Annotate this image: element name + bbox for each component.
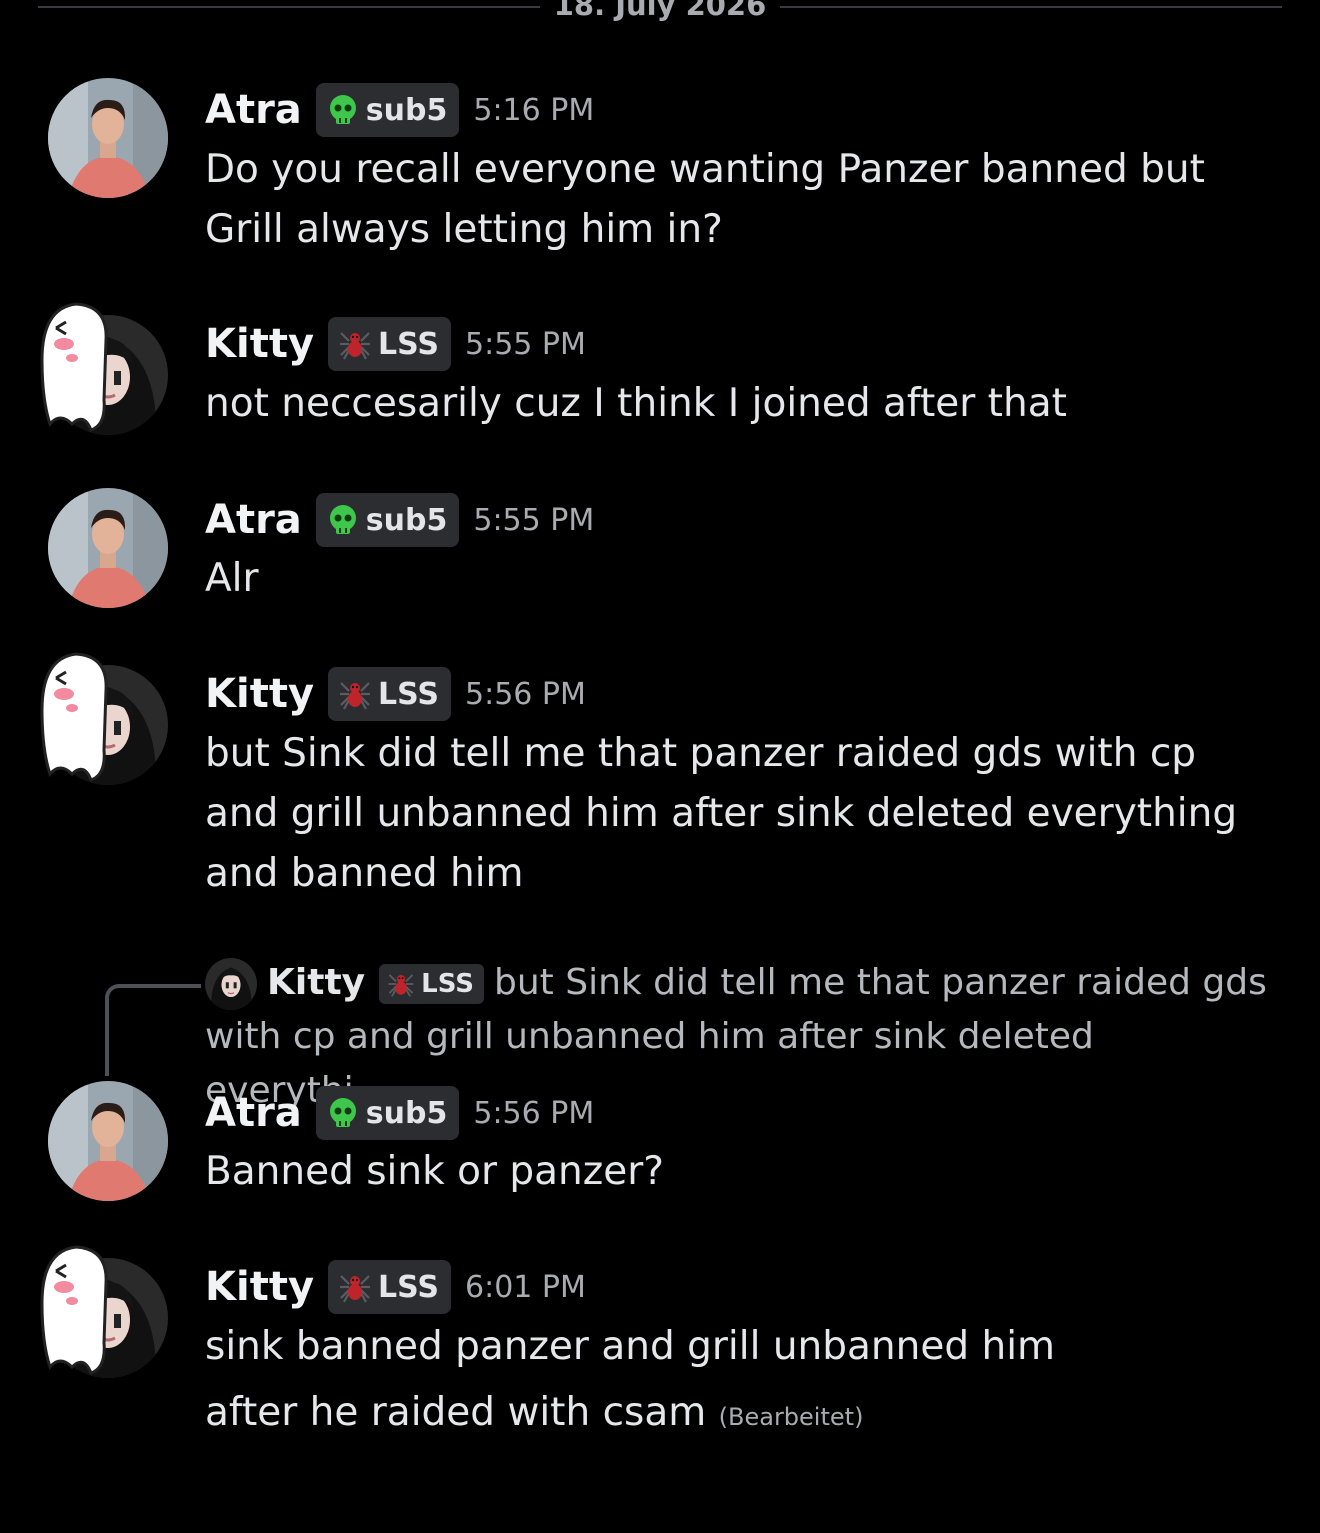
reply-avatar <box>205 958 257 1010</box>
message-header: Kitty LSS 5:56 PM <box>205 666 586 722</box>
skull-icon <box>326 1096 360 1130</box>
timestamp: 5:56 PM <box>473 1095 595 1131</box>
server-tag[interactable]: LSS <box>328 317 452 371</box>
divider-date: 18. July 2026 <box>553 0 767 22</box>
timestamp: 6:01 PM <box>465 1269 586 1305</box>
message-header: Atra sub5 5:55 PM <box>205 492 594 548</box>
message-text: Banned sink or panzer? <box>205 1149 664 1194</box>
message-header: Kitty LSS 6:01 PM <box>205 1259 586 1315</box>
server-tag[interactable]: sub5 <box>315 1086 460 1140</box>
message-header: Atra sub5 5:16 PM <box>205 82 594 138</box>
ghost-decoration-icon <box>36 300 116 435</box>
message-header: Kitty LSS 5:55 PM <box>205 316 586 372</box>
avatar[interactable] <box>48 1081 168 1201</box>
reply-connector <box>105 984 201 1076</box>
message-header: Atra sub5 5:56 PM <box>205 1085 594 1141</box>
username[interactable]: Atra <box>205 87 302 133</box>
message-text: Do you recall everyone wanting Panzer ba… <box>205 147 1205 252</box>
divider-line <box>780 6 1282 8</box>
tag-label: LSS <box>421 969 474 999</box>
message-line: after he raided with csam <box>205 1390 707 1435</box>
skull-icon <box>326 503 360 537</box>
username[interactable]: Atra <box>205 1090 302 1136</box>
date-divider: 18. July 2026 <box>38 0 1282 28</box>
tag-label: LSS <box>378 676 440 712</box>
tag-label: sub5 <box>365 92 448 128</box>
spider-icon <box>338 1270 372 1304</box>
message-text: not neccesarily cuz I think I joined aft… <box>205 381 1067 426</box>
tag-label: LSS <box>378 1269 440 1305</box>
timestamp: 5:56 PM <box>465 676 586 712</box>
username[interactable]: Atra <box>205 497 302 543</box>
skull-icon <box>326 93 360 127</box>
spider-icon <box>338 327 372 361</box>
message-line-wrapper: after he raided with csam (Bearbeitet) <box>205 1383 1270 1447</box>
ghost-decoration-icon <box>36 1243 116 1378</box>
tag-label: LSS <box>378 326 440 362</box>
server-tag[interactable]: sub5 <box>315 493 460 547</box>
username[interactable]: Kitty <box>205 1264 314 1310</box>
timestamp: 5:55 PM <box>465 326 586 362</box>
server-tag[interactable]: sub5 <box>315 83 460 137</box>
server-tag[interactable]: LSS <box>328 1260 452 1314</box>
username[interactable]: Kitty <box>205 321 314 367</box>
message-text: Alr <box>205 556 259 601</box>
edited-label: (Bearbeitet) <box>718 1403 864 1431</box>
message-line: sink banned panzer and grill unbanned hi… <box>205 1324 1056 1369</box>
avatar[interactable] <box>48 78 168 198</box>
server-tag[interactable]: LSS <box>328 667 452 721</box>
ghost-decoration-icon <box>36 650 116 785</box>
message-text: sink banned panzer and grill unbanned hi… <box>205 1317 1270 1447</box>
spider-icon <box>387 970 415 998</box>
reply-server-tag: LSS <box>379 964 484 1004</box>
username[interactable]: Kitty <box>205 671 314 717</box>
timestamp: 5:55 PM <box>473 502 595 538</box>
spider-icon <box>338 677 372 711</box>
message-text: but Sink did tell me that panzer raided … <box>205 731 1238 896</box>
timestamp: 5:16 PM <box>473 92 595 128</box>
tag-label: sub5 <box>365 1095 448 1131</box>
tag-label: sub5 <box>365 502 448 538</box>
avatar[interactable] <box>48 488 168 608</box>
reply-username[interactable]: Kitty <box>267 962 365 1003</box>
